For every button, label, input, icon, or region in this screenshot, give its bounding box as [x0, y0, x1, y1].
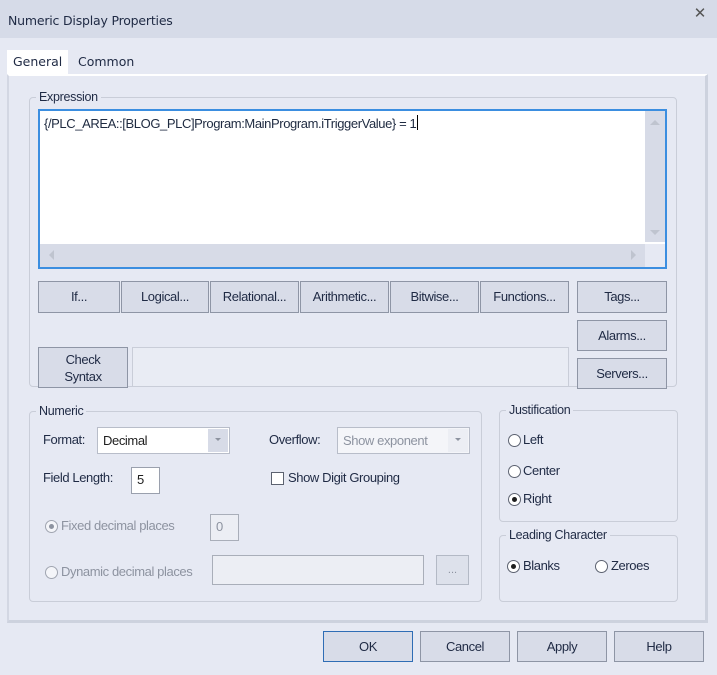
- tab-general[interactable]: General: [7, 50, 68, 75]
- overflow-label: Overflow:: [269, 432, 321, 447]
- radio-selected-dot: [511, 564, 516, 569]
- ok-button[interactable]: OK: [323, 631, 413, 662]
- justify-center-label: Center: [523, 463, 560, 478]
- overflow-dropdown-button[interactable]: [448, 429, 468, 452]
- logical-button[interactable]: Logical...: [121, 281, 209, 313]
- blanks-radio[interactable]: [507, 560, 520, 573]
- scroll-right-icon[interactable]: [631, 250, 636, 260]
- scroll-up-icon[interactable]: [650, 120, 660, 125]
- syntax-result-field: [132, 347, 569, 387]
- apply-button[interactable]: Apply: [517, 631, 607, 662]
- justify-left-radio[interactable]: [508, 434, 521, 447]
- expression-input[interactable]: {/PLC_AREA::[BLOG_PLC]Program:MainProgra…: [38, 109, 667, 269]
- if-button[interactable]: If...: [38, 281, 120, 313]
- radio-selected-dot: [512, 497, 517, 502]
- check-syntax-button[interactable]: Check Syntax: [38, 347, 128, 388]
- arithmetic-button[interactable]: Arithmetic...: [300, 281, 389, 313]
- text-caret: [417, 115, 419, 130]
- bitwise-button[interactable]: Bitwise...: [390, 281, 479, 313]
- functions-button[interactable]: Functions...: [480, 281, 569, 313]
- format-dropdown-button[interactable]: [208, 429, 228, 452]
- horizontal-scrollbar[interactable]: [40, 244, 645, 267]
- numeric-group-label: Numeric: [36, 404, 87, 418]
- fixed-decimal-label: Fixed decimal places: [61, 518, 175, 533]
- help-button[interactable]: Help: [614, 631, 704, 662]
- dynamic-decimal-input[interactable]: [212, 555, 424, 585]
- scroll-down-icon[interactable]: [650, 230, 660, 235]
- format-value: Decimal: [103, 433, 148, 448]
- zeroes-radio[interactable]: [595, 560, 608, 573]
- blanks-label: Blanks: [523, 558, 560, 573]
- zeroes-label: Zeroes: [611, 558, 650, 573]
- format-label: Format:: [43, 432, 85, 447]
- field-length-input[interactable]: 5: [131, 467, 160, 494]
- justify-right-radio[interactable]: [508, 493, 521, 506]
- show-digit-grouping-checkbox[interactable]: [271, 472, 284, 485]
- radio-selected-dot: [49, 524, 54, 529]
- justify-right-label: Right: [523, 491, 552, 506]
- format-select[interactable]: Decimal: [97, 427, 230, 454]
- chevron-down-icon: [455, 438, 461, 441]
- tags-button[interactable]: Tags...: [577, 281, 667, 313]
- cancel-button[interactable]: Cancel: [420, 631, 510, 662]
- scroll-corner: [645, 244, 665, 267]
- overflow-value: Show exponent: [343, 433, 428, 448]
- dynamic-decimal-label: Dynamic decimal places: [61, 564, 193, 579]
- field-length-label: Field Length:: [43, 470, 113, 485]
- check-syntax-label-line1: Check: [65, 352, 101, 367]
- expression-text[interactable]: {/PLC_AREA::[BLOG_PLC]Program:MainProgra…: [44, 115, 419, 131]
- close-icon[interactable]: ✕: [690, 4, 710, 24]
- check-syntax-label-line2: Syntax: [64, 369, 102, 384]
- window-title: Numeric Display Properties: [8, 13, 173, 28]
- overflow-select[interactable]: Show exponent: [337, 427, 470, 454]
- justify-center-radio[interactable]: [508, 465, 521, 478]
- justification-group-label: Justification: [506, 403, 574, 417]
- dynamic-decimal-radio[interactable]: [45, 566, 58, 579]
- expression-value: {/PLC_AREA::[BLOG_PLC]Program:MainProgra…: [44, 116, 417, 131]
- fixed-decimal-radio[interactable]: [45, 520, 58, 533]
- chevron-down-icon: [215, 438, 221, 441]
- vertical-scrollbar[interactable]: [645, 111, 665, 242]
- expression-group-label: Expression: [36, 90, 101, 104]
- show-digit-grouping-label: Show Digit Grouping: [288, 470, 400, 485]
- relational-button[interactable]: Relational...: [210, 281, 299, 313]
- fixed-decimal-input[interactable]: 0: [210, 514, 239, 541]
- alarms-button[interactable]: Alarms...: [577, 320, 667, 351]
- leading-character-group-label: Leading Character: [506, 528, 610, 542]
- justify-left-label: Left: [523, 432, 544, 447]
- browse-button[interactable]: ...: [436, 555, 469, 585]
- scroll-left-icon[interactable]: [49, 250, 54, 260]
- title-bar: Numeric Display Properties ✕: [0, 0, 717, 38]
- tab-common[interactable]: Common: [72, 50, 140, 74]
- servers-button[interactable]: Servers...: [577, 358, 667, 389]
